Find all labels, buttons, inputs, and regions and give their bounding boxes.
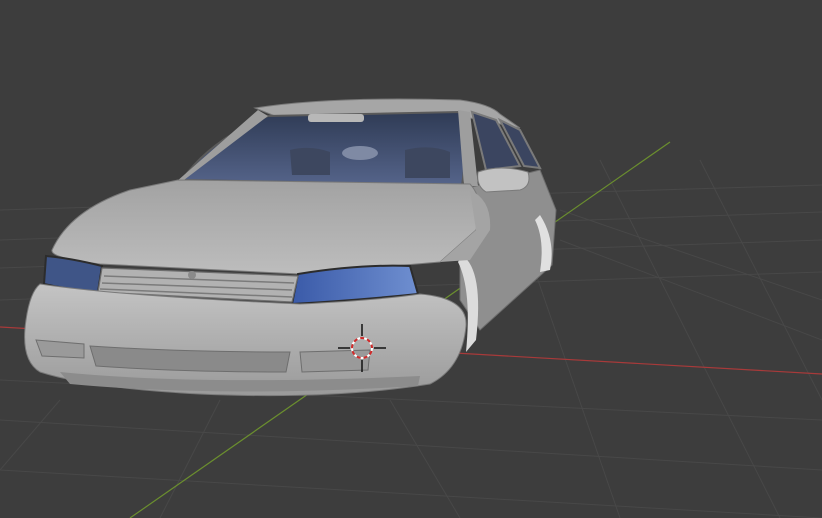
3d-viewport[interactable]: [0, 0, 822, 518]
hood: [51, 179, 480, 275]
car-model[interactable]: [24, 98, 557, 397]
viewport-canvas[interactable]: [0, 0, 822, 518]
